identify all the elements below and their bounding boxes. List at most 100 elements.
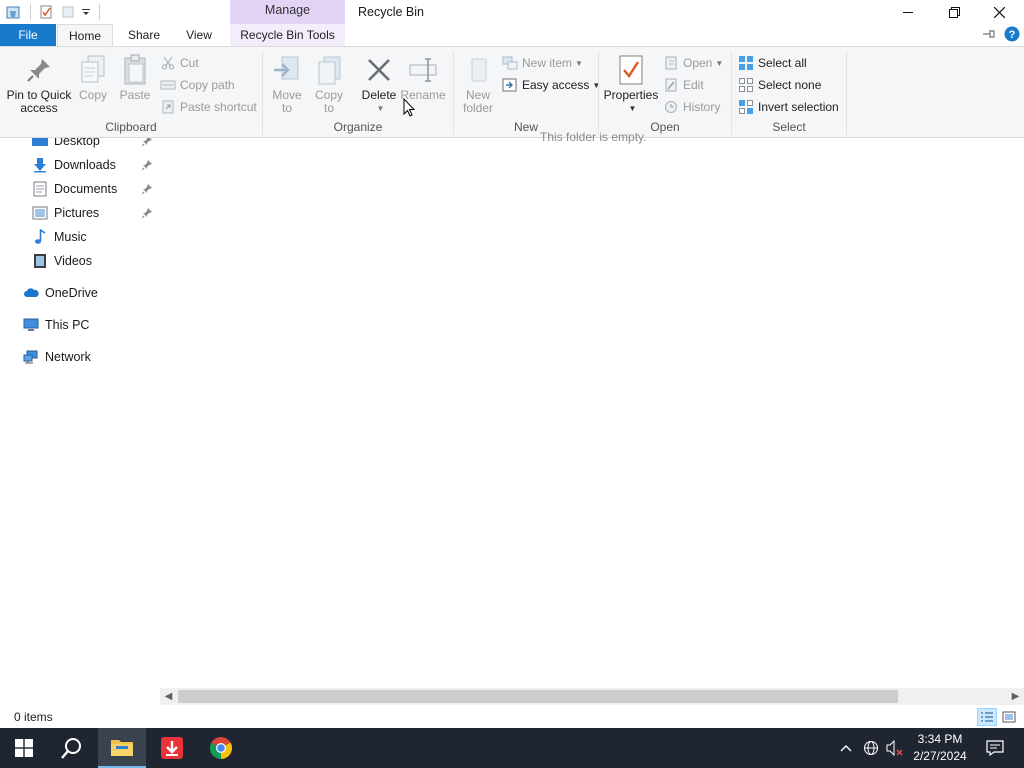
status-bar: 0 items <box>0 705 1024 728</box>
tab-recycle-bin-tools[interactable]: Recycle Bin Tools <box>230 24 345 46</box>
new-folder-qat-icon[interactable] <box>59 3 77 21</box>
paste-shortcut-icon <box>160 99 176 115</box>
scrollbar-thumb[interactable] <box>178 690 898 703</box>
nav-item-documents[interactable]: Documents <box>32 179 117 199</box>
new-folder-icon <box>461 53 495 87</box>
cut-label: Cut <box>180 56 199 70</box>
move-to-icon <box>270 53 304 87</box>
properties-button[interactable]: Properties ▼ <box>601 53 661 115</box>
minimize-button[interactable] <box>885 0 931 24</box>
taskbar: 3:34 PM 2/27/2024 <box>0 728 1024 768</box>
new-item-dropdown-icon: ▼ <box>575 58 583 68</box>
invert-selection-button[interactable]: Invert selection <box>738 97 839 117</box>
globe-network-icon <box>864 741 878 755</box>
nav-item-onedrive[interactable]: OneDrive <box>23 283 98 303</box>
horizontal-scrollbar[interactable]: ◀ ▶ <box>160 688 1024 705</box>
nav-item-label: Music <box>54 230 87 244</box>
nav-item-label: Documents <box>54 182 118 196</box>
history-label: History <box>683 100 721 114</box>
restore-button[interactable] <box>931 0 977 24</box>
new-item-label: New item <box>522 56 573 70</box>
nav-item-label: Network <box>45 350 91 364</box>
nav-item-music[interactable]: Music <box>32 227 87 247</box>
notification-icon <box>986 740 1004 756</box>
group-separator <box>846 51 847 135</box>
help-icon[interactable]: ? <box>1004 26 1020 45</box>
new-folder-button[interactable]: New folder <box>458 53 498 115</box>
nav-item-label: OneDrive <box>45 286 98 300</box>
volume-muted-icon <box>886 740 903 756</box>
taskbar-downloader-app[interactable] <box>148 728 196 768</box>
search-button[interactable] <box>48 728 96 768</box>
easy-access-button[interactable]: Easy access ▼ <box>502 75 600 95</box>
nav-item-videos[interactable]: Videos <box>32 251 92 271</box>
new-item-icon <box>502 55 518 71</box>
customize-qat-icon[interactable] <box>81 3 91 21</box>
chrome-icon <box>210 737 232 759</box>
move-to-button[interactable]: Move to <box>269 53 305 115</box>
select-none-label: Select none <box>758 78 822 92</box>
start-button[interactable] <box>0 728 48 768</box>
network-tray-button[interactable] <box>860 728 882 768</box>
cut-button[interactable]: Cut <box>160 53 199 73</box>
pin-icon <box>141 138 152 147</box>
pin-ribbon-icon[interactable] <box>982 28 996 43</box>
select-all-button[interactable]: Select all <box>738 53 807 73</box>
svg-text:?: ? <box>1009 29 1016 41</box>
paste-icon <box>118 53 152 87</box>
clipboard-group: Pin to Quick access Copy Paste Cut Copy … <box>0 47 262 137</box>
nav-item-network[interactable]: Network <box>23 347 91 367</box>
edit-button[interactable]: Edit <box>663 75 704 95</box>
clock-time: 3:34 PM <box>917 732 963 746</box>
taskbar-clock[interactable]: 3:34 PM 2/27/2024 <box>905 731 975 765</box>
action-center-button[interactable] <box>980 728 1010 768</box>
nav-item-downloads[interactable]: Downloads <box>32 155 116 175</box>
tab-view[interactable]: View <box>176 24 222 46</box>
pin-icon <box>141 184 152 195</box>
details-view-button[interactable] <box>977 708 997 726</box>
paste-shortcut-button[interactable]: Paste shortcut <box>160 97 257 117</box>
copy-to-label: Copy to <box>314 88 343 115</box>
open-button[interactable]: Open ▼ <box>663 53 723 73</box>
tab-share[interactable]: Share <box>118 24 170 46</box>
show-hidden-icons-button[interactable] <box>836 728 856 768</box>
select-none-button[interactable]: Select none <box>738 75 821 95</box>
scroll-left-arrow-icon[interactable]: ◀ <box>160 688 177 705</box>
ribbon-right-controls: ? <box>982 26 1020 45</box>
delete-dropdown-icon[interactable]: ▼ <box>377 102 385 115</box>
close-button[interactable] <box>976 0 1022 24</box>
nav-item-this-pc[interactable]: This PC <box>23 315 89 335</box>
qat-separator <box>99 4 100 20</box>
rename-button[interactable]: Rename <box>400 53 446 102</box>
taskbar-chrome[interactable] <box>197 728 245 768</box>
properties-dropdown-icon[interactable]: ▼ <box>629 102 637 115</box>
file-list-area[interactable]: This folder is empty. <box>160 130 1024 688</box>
copy-button[interactable]: Copy <box>74 53 112 102</box>
copy-path-label: Copy path <box>180 78 235 92</box>
nav-item-label: This PC <box>45 318 90 332</box>
explorer-window-icon[interactable] <box>4 3 22 21</box>
select-none-icon <box>738 77 754 93</box>
paste-button[interactable]: Paste <box>116 53 154 102</box>
download-app-icon <box>161 737 183 759</box>
volume-tray-button[interactable] <box>884 728 906 768</box>
large-icons-view-button[interactable] <box>999 708 1019 726</box>
tab-home[interactable]: Home <box>57 24 113 47</box>
nav-item-desktop[interactable]: Desktop <box>32 138 100 151</box>
copy-to-button[interactable]: Copy to <box>311 53 347 115</box>
select-group-label: Select <box>772 120 806 134</box>
tab-file[interactable]: File <box>0 24 56 46</box>
windows-logo-icon <box>15 739 33 757</box>
copy-path-button[interactable]: Copy path <box>160 75 235 95</box>
scroll-right-arrow-icon[interactable]: ▶ <box>1007 688 1024 705</box>
paste-label: Paste <box>119 88 151 102</box>
delete-button[interactable]: Delete ▼ <box>359 53 399 115</box>
new-item-button[interactable]: New item ▼ <box>502 53 583 73</box>
properties-qat-icon[interactable] <box>37 3 55 21</box>
pin-to-quick-access-button[interactable]: Pin to Quick access <box>4 53 74 115</box>
pictures-icon <box>32 205 48 221</box>
copy-label: Copy <box>78 88 107 102</box>
nav-item-pictures[interactable]: Pictures <box>32 203 99 223</box>
taskbar-file-explorer[interactable] <box>98 728 146 768</box>
history-button[interactable]: History <box>663 97 720 117</box>
